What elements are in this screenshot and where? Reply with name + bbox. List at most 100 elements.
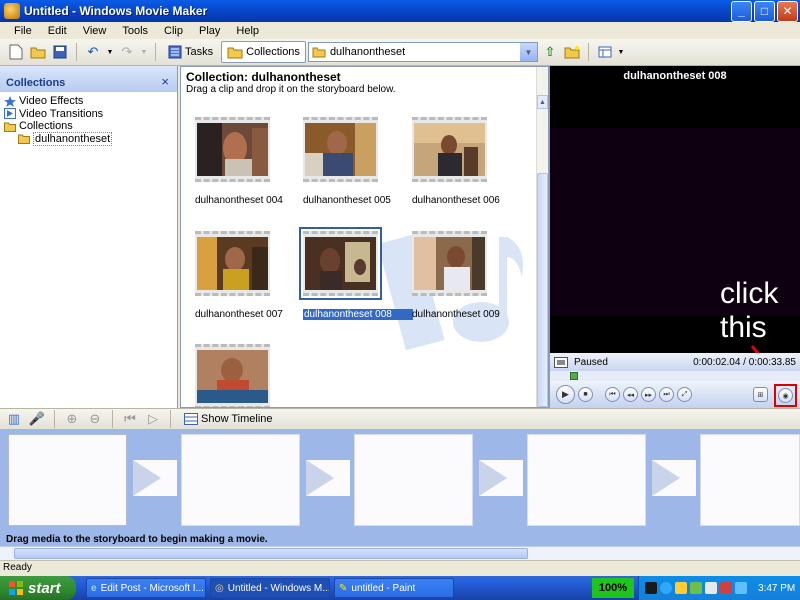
play-storyboard-icon[interactable]: ▷ <box>143 409 163 429</box>
messenger-icon[interactable] <box>735 582 747 594</box>
preview-title: dulhanontheset 008 <box>623 70 727 82</box>
storyboard-transition-cell[interactable] <box>306 460 350 496</box>
storyboard-cell[interactable] <box>527 434 646 526</box>
start-button[interactable]: start <box>0 576 76 600</box>
menu-clip[interactable]: Clip <box>156 25 191 37</box>
clip-dulhanontheset-007[interactable]: dulhanontheset 007 <box>195 231 283 320</box>
toolbar-separator <box>54 410 55 428</box>
movie-maker-app-icon[interactable] <box>4 3 20 19</box>
zoom-out-icon[interactable]: ⊖ <box>85 409 105 429</box>
previous-frame-button[interactable]: ⏮ <box>605 387 620 402</box>
timeline-icon <box>184 413 198 425</box>
taskbar-item-paint[interactable]: ✎ untitled - Paint <box>334 578 454 598</box>
clip-dulhanontheset-006[interactable]: dulhanontheset 006 <box>412 117 500 206</box>
clip-dulhanontheset-010[interactable] <box>195 344 275 407</box>
storyboard-cell[interactable] <box>354 434 473 526</box>
playback-status: Paused <box>574 356 608 368</box>
paint-icon: ✎ <box>339 582 348 594</box>
seek-handle[interactable] <box>570 372 578 380</box>
menu-tools[interactable]: Tools <box>114 25 156 37</box>
preview-status-bar: Paused 0:00:02.04 / 0:00:33.85 <box>550 353 800 371</box>
network-icon[interactable] <box>660 582 672 594</box>
clock[interactable]: 3:47 PM <box>758 583 795 594</box>
show-timeline-button[interactable]: Show Timeline <box>178 408 279 430</box>
menu-edit[interactable]: Edit <box>40 25 75 37</box>
menu-file[interactable]: File <box>6 25 40 37</box>
audio-levels-icon[interactable]: ▥ <box>4 409 24 429</box>
take-picture-button[interactable]: ◉ <box>774 384 797 407</box>
split-clip-icon[interactable]: ⊞ <box>753 387 768 402</box>
chevron-down-icon[interactable]: ▼ <box>519 43 537 61</box>
clip-dulhanontheset-004[interactable]: dulhanontheset 004 <box>195 117 283 206</box>
close-panel-icon[interactable]: × <box>161 74 169 89</box>
menu-play[interactable]: Play <box>191 25 228 37</box>
title-bar[interactable]: Untitled - Windows Movie Maker _ □ ✕ <box>0 0 800 22</box>
alert-icon[interactable] <box>720 582 732 594</box>
taskbar-item-edit-post[interactable]: e Edit Post - Microsoft I... <box>86 578 206 598</box>
scrollbar-thumb[interactable] <box>537 173 548 407</box>
window-title: Untitled - Windows Movie Maker <box>24 4 208 18</box>
clip-dulhanontheset-005[interactable]: dulhanontheset 005 <box>303 117 391 206</box>
save-project-icon[interactable] <box>50 42 70 62</box>
folder-icon <box>18 133 30 145</box>
play-button[interactable]: ▶ <box>556 385 575 404</box>
storyboard-cell[interactable] <box>181 434 300 526</box>
zoom-in-icon[interactable]: ⊕ <box>62 409 82 429</box>
rewind-button[interactable]: ◂◂ <box>623 387 638 402</box>
maximize-button[interactable]: □ <box>754 0 775 22</box>
clip-dulhanontheset-008[interactable]: dulhanontheset 008 <box>299 227 413 320</box>
close-button[interactable]: ✕ <box>777 0 798 22</box>
storyboard-hint: Drag media to the storyboard to begin ma… <box>6 534 268 545</box>
undo-icon[interactable]: ↶ <box>83 42 103 62</box>
views-dropdown-icon[interactable]: ▼ <box>617 42 625 62</box>
taskbar: start e Edit Post - Microsoft I... ◎ Unt… <box>0 576 800 600</box>
storyboard[interactable]: Drag media to the storyboard to begin ma… <box>0 429 800 546</box>
new-project-icon[interactable] <box>6 42 26 62</box>
next-frame-button[interactable]: ⏭ <box>659 387 674 402</box>
status-text: Ready <box>3 562 32 573</box>
power-icon[interactable] <box>645 582 657 594</box>
menu-help[interactable]: Help <box>228 25 267 37</box>
redo-icon[interactable]: ↷ <box>117 42 137 62</box>
security-icon[interactable] <box>675 582 687 594</box>
signal-icon[interactable] <box>690 582 702 594</box>
fullscreen-button[interactable]: ⤢ <box>677 387 692 402</box>
redo-dropdown-icon[interactable]: ▼ <box>139 42 149 62</box>
tasks-button[interactable]: Tasks <box>162 41 219 63</box>
rewind-storyboard-icon[interactable]: ⏮ <box>120 409 140 429</box>
scrollbar-thumb[interactable] <box>14 548 528 559</box>
stop-button[interactable]: ■ <box>578 387 593 402</box>
tree-item-dulhanontheset[interactable]: dulhanontheset <box>0 131 177 146</box>
views-icon[interactable] <box>595 42 615 62</box>
undo-dropdown-icon[interactable]: ▼ <box>105 42 115 62</box>
tree-item-video-transitions[interactable]: Video Transitions <box>0 108 177 121</box>
collections-button[interactable]: Collections <box>221 41 306 63</box>
narrate-microphone-icon[interactable]: 🎤 <box>27 409 47 429</box>
system-tray: 3:47 PM <box>638 576 800 600</box>
new-collection-folder-icon[interactable] <box>562 42 582 62</box>
storyboard-cell[interactable] <box>8 434 127 526</box>
up-one-level-icon[interactable]: ⇧ <box>540 42 560 62</box>
tree-item-video-effects[interactable]: Video Effects <box>0 95 177 108</box>
open-project-icon[interactable] <box>28 42 48 62</box>
forward-button[interactable]: ▸▸ <box>641 387 656 402</box>
tasks-label: Tasks <box>185 46 214 58</box>
taskbar-item-movie-maker[interactable]: ◎ Untitled - Windows M... <box>210 578 330 598</box>
seek-bar[interactable] <box>550 371 800 381</box>
scroll-up-icon[interactable]: ▲ <box>537 95 548 109</box>
storyboard-transition-cell[interactable] <box>133 460 177 496</box>
minimize-button[interactable]: _ <box>731 0 752 22</box>
collection-dropdown[interactable]: dulhanontheset ▼ <box>307 42 538 62</box>
storyboard-transition-cell[interactable] <box>479 460 523 496</box>
transition-arrow-icon <box>652 460 680 496</box>
storyboard-cell[interactable] <box>700 434 800 526</box>
clip-dulhanontheset-009[interactable]: dulhanontheset 009 <box>412 231 500 320</box>
tree-item-collections[interactable]: Collections <box>0 120 177 133</box>
storyboard-transition-cell[interactable] <box>652 460 696 496</box>
battery-indicator[interactable]: 100% <box>592 578 634 598</box>
storyboard-scrollbar[interactable] <box>0 546 800 560</box>
volume-icon[interactable] <box>705 582 717 594</box>
collection-scrollbar[interactable]: ▲ <box>536 67 548 407</box>
menu-view[interactable]: View <box>75 25 115 37</box>
toolbar-separator <box>587 43 589 61</box>
